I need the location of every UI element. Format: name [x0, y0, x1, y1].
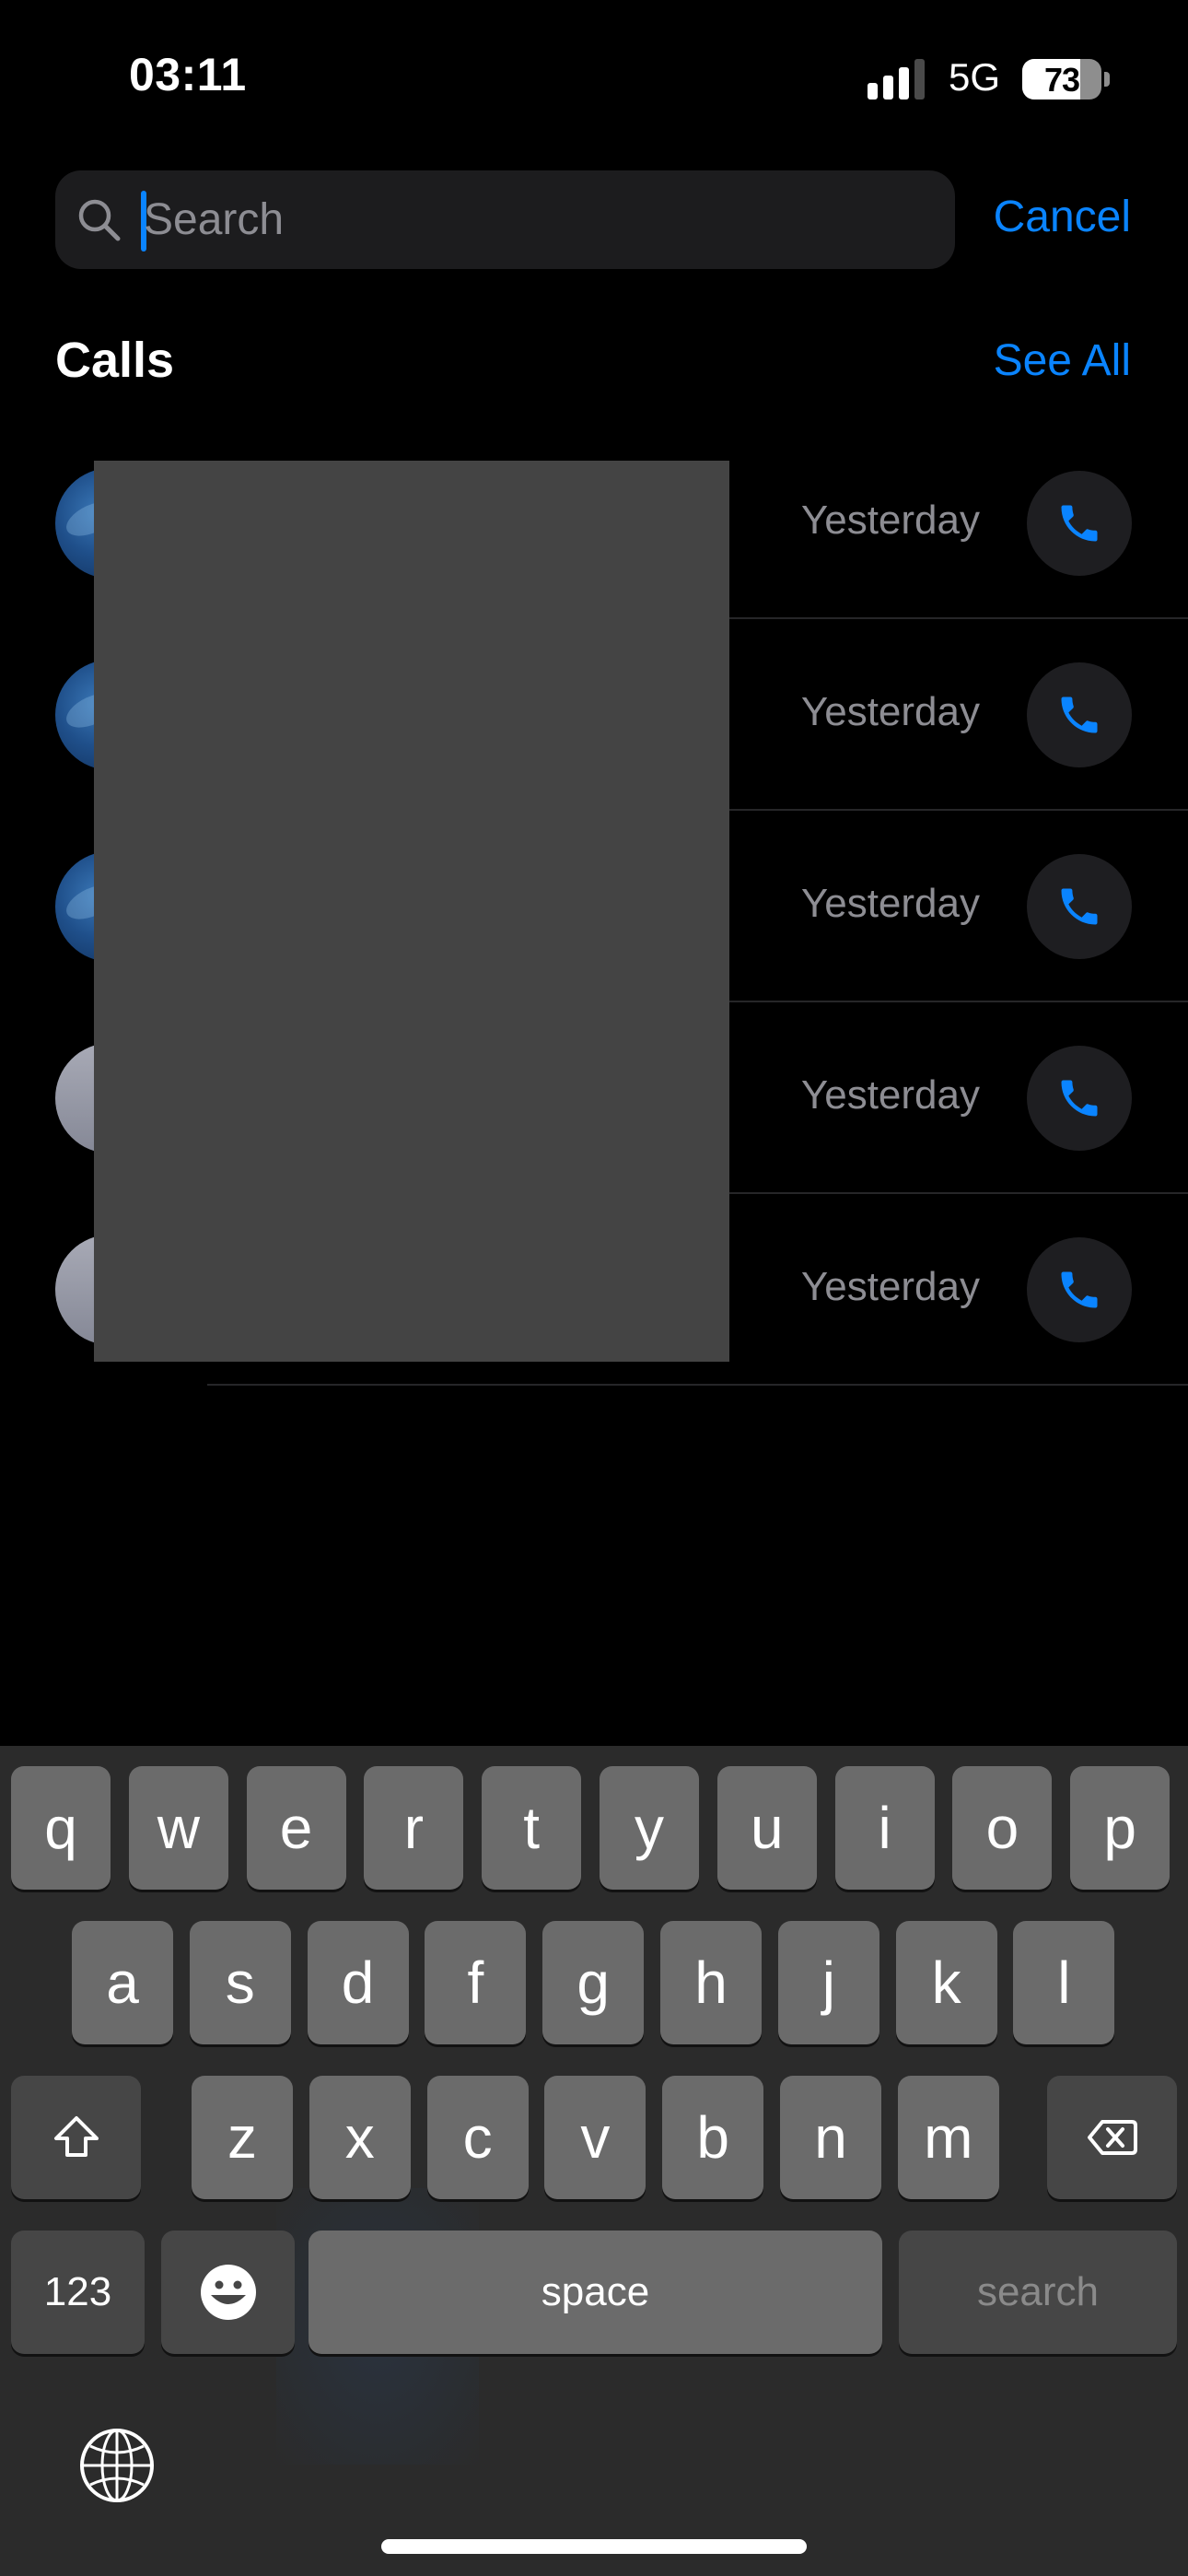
phone-icon: [1061, 697, 1098, 733]
key-l[interactable]: l: [1013, 1921, 1115, 2044]
key-u[interactable]: u: [716, 1766, 817, 1890]
key-t[interactable]: t: [482, 1766, 582, 1890]
home-indicator[interactable]: [381, 2539, 807, 2554]
key-s[interactable]: s: [189, 1921, 291, 2044]
battery-tip: [1104, 72, 1110, 87]
magnifying-glass-icon: [78, 199, 121, 241]
key-o[interactable]: o: [952, 1766, 1053, 1890]
key-a[interactable]: a: [72, 1921, 173, 2044]
battery-icon: 73: [1022, 59, 1101, 100]
key-m[interactable]: m: [897, 2076, 999, 2199]
phone-icon: [1061, 888, 1098, 925]
key-d[interactable]: d: [307, 1921, 409, 2044]
delete-key[interactable]: [1047, 2076, 1177, 2199]
call-time: Yesterday: [800, 498, 980, 543]
emoji-smile-icon: [200, 2265, 256, 2320]
call-button[interactable]: [1027, 1046, 1132, 1151]
keyboard: 123 space search qwertyuiop asdfghjkl zxcv…: [0, 1746, 1188, 2576]
row-separator: [207, 1384, 1188, 1386]
key-k[interactable]: k: [895, 1921, 997, 2044]
key-x[interactable]: x: [309, 2076, 411, 2199]
redacted-region: [94, 461, 729, 1362]
key-w[interactable]: w: [128, 1766, 228, 1890]
battery-percent: 73: [1043, 61, 1080, 99]
phone-icon: [1061, 1080, 1098, 1117]
key-f[interactable]: f: [425, 1921, 527, 2044]
globe-icon[interactable]: [77, 2426, 157, 2505]
see-all-button[interactable]: See All: [994, 335, 1131, 386]
key-r[interactable]: r: [364, 1766, 464, 1890]
shift-key[interactable]: [11, 2076, 141, 2199]
phone-icon: [1061, 1271, 1098, 1308]
search-field[interactable]: [55, 170, 955, 269]
backspace-icon: [1087, 2120, 1137, 2155]
call-button[interactable]: [1027, 662, 1132, 767]
key-b[interactable]: b: [662, 2076, 764, 2199]
call-time: Yesterday: [800, 1264, 980, 1309]
key-n[interactable]: n: [780, 2076, 881, 2199]
space-key[interactable]: space: [309, 2231, 882, 2354]
search-input[interactable]: [144, 170, 936, 269]
key-c[interactable]: c: [426, 2076, 529, 2199]
key-q[interactable]: q: [11, 1766, 111, 1890]
cellular-signal-icon: [868, 59, 926, 100]
call-button[interactable]: [1027, 1237, 1132, 1342]
status-time: 03:11: [129, 49, 247, 100]
phone-icon: [1061, 505, 1098, 542]
shift-arrow-icon: [53, 2116, 99, 2157]
emoji-key[interactable]: [161, 2231, 295, 2354]
call-time: Yesterday: [800, 1072, 980, 1118]
call-time: Yesterday: [800, 881, 980, 926]
call-button[interactable]: [1027, 854, 1132, 959]
key-z[interactable]: z: [192, 2076, 293, 2199]
key-i[interactable]: i: [834, 1766, 935, 1890]
key-e[interactable]: e: [246, 1766, 346, 1890]
key-p[interactable]: p: [1070, 1766, 1171, 1890]
network-type: 5G: [949, 55, 1001, 99]
call-time: Yesterday: [800, 689, 980, 734]
key-h[interactable]: h: [660, 1921, 762, 2044]
section-title-calls: Calls: [55, 333, 175, 388]
key-j[interactable]: j: [777, 1921, 879, 2044]
key-v[interactable]: v: [544, 2076, 646, 2199]
key-y[interactable]: y: [600, 1766, 699, 1890]
call-button[interactable]: [1027, 471, 1132, 576]
numbers-key[interactable]: 123: [11, 2231, 145, 2354]
search-return-key[interactable]: search: [899, 2231, 1177, 2354]
cancel-button[interactable]: Cancel: [994, 192, 1131, 242]
key-g[interactable]: g: [542, 1921, 645, 2044]
